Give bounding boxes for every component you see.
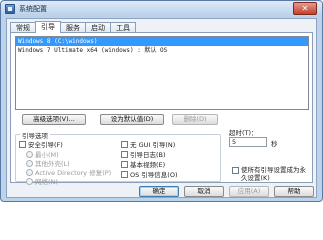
base-video-label: 基本视频(E): [130, 161, 166, 169]
os-boot-info-checkbox[interactable]: OS 引导信息(O): [121, 169, 178, 179]
checkbox-box: [121, 170, 128, 178]
advanced-options-button[interactable]: 高级选项(V)...: [22, 114, 86, 125]
apply-button[interactable]: 应用(A): [229, 186, 269, 197]
system-config-window: 系统配置 ✕ 常规 引导 服务 启动 工具 Windows 8 (C:\wind…: [0, 0, 323, 202]
title-bar[interactable]: 系统配置 ✕: [1, 1, 322, 17]
radio-circle: [26, 150, 33, 158]
boot-entry[interactable]: Windows 8 (C:\windows): [16, 37, 308, 46]
timeout-label: 超时(T)：: [229, 129, 258, 137]
set-default-button[interactable]: 设为默认值(D): [100, 114, 164, 125]
no-gui-boot-checkbox[interactable]: 无 GUI 引导(N): [121, 139, 175, 149]
timeout-input[interactable]: 5: [229, 137, 267, 147]
boot-panel: Windows 8 (C:\windows) Windows 7 Ultimat…: [10, 32, 313, 186]
radio-circle: [26, 159, 33, 167]
radio-circle: [26, 168, 33, 176]
no-gui-boot-label: 无 GUI 引导(N): [130, 141, 176, 149]
ok-button[interactable]: 确定: [139, 186, 179, 197]
os-boot-info-label: OS 引导信息(O): [130, 171, 178, 179]
timeout-unit: 秒: [271, 140, 278, 148]
boot-entry-list[interactable]: Windows 8 (C:\windows) Windows 7 Ultimat…: [15, 36, 309, 110]
network-radio[interactable]: 网络(N): [26, 176, 58, 186]
boot-log-checkbox[interactable]: 引导日志(B): [121, 149, 166, 159]
safe-boot-label: 安全引导(F): [28, 141, 63, 149]
app-icon: [5, 4, 15, 14]
permanent-settings-checkbox[interactable]: 使所有引导设置成为永久设置(K): [232, 166, 310, 182]
boot-options-group: 引导选项 安全引导(F) 最小(M) 其他外壳(L) Active Direct…: [15, 130, 221, 186]
cancel-button[interactable]: 取消: [184, 186, 224, 197]
tab-boot[interactable]: 引导: [35, 21, 61, 33]
boot-entry[interactable]: Windows 7 Ultimate x64 (windows) : 默认 OS: [16, 46, 308, 55]
delete-button[interactable]: 删除(D): [172, 114, 218, 125]
checkbox-box: [19, 140, 26, 148]
dialog-client: 常规 引导 服务 启动 工具 Windows 8 (C:\windows) Wi…: [6, 18, 317, 198]
checkbox-box: [121, 150, 128, 158]
checkbox-box: [232, 167, 239, 174]
permanent-settings-label: 使所有引导设置成为永久设置(K): [241, 166, 306, 182]
window-title: 系统配置: [19, 5, 47, 13]
base-video-checkbox[interactable]: 基本视频(E): [121, 159, 165, 169]
close-button[interactable]: ✕: [293, 2, 317, 15]
checkbox-box: [121, 160, 128, 168]
radio-circle: [26, 177, 33, 185]
checkbox-box: [121, 140, 128, 148]
boot-log-label: 引导日志(B): [130, 151, 166, 159]
network-label: 网络(N): [35, 178, 58, 186]
safe-boot-checkbox[interactable]: 安全引导(F): [19, 139, 63, 149]
help-button[interactable]: 帮助: [274, 186, 314, 197]
